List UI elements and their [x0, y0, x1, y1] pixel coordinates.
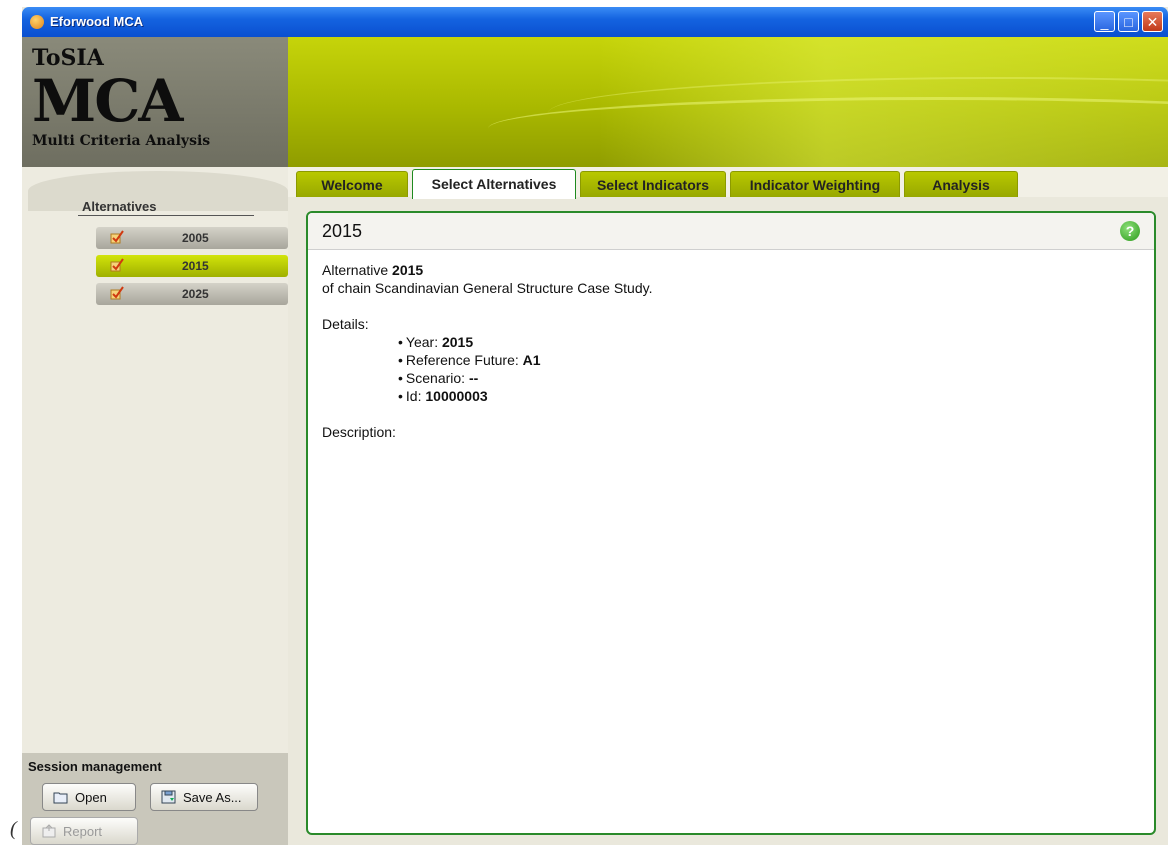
session-panel: Session management Open Save As... Repor… [22, 753, 288, 845]
tab-select-indicators[interactable]: Select Indicators [580, 171, 726, 197]
header-banner [288, 37, 1168, 167]
alternative-label: 2015 [182, 259, 209, 273]
heading-divider [78, 215, 254, 216]
report-icon [42, 824, 56, 838]
alternative-label: 2025 [182, 287, 209, 301]
window-title: Eforwood MCA [50, 14, 144, 29]
minimize-button[interactable]: _ [1094, 11, 1115, 32]
alt-name: 2015 [392, 262, 424, 278]
tab-welcome[interactable]: Welcome [296, 171, 408, 197]
close-button[interactable]: ✕ [1142, 11, 1163, 32]
details-list: Year: 2015 Reference Future: A1 Scenario… [322, 333, 652, 405]
detail-scenario: Scenario: -- [398, 369, 652, 387]
brand-subtitle: Multi Criteria Analysis [32, 133, 211, 149]
tab-select-alternatives[interactable]: Select Alternatives [412, 169, 576, 199]
brand-mca: MCA [32, 67, 183, 135]
edge-glyph: ( [10, 818, 17, 840]
alternative-description: Alternative 2015 of chain Scandinavian G… [322, 261, 652, 441]
maximize-button[interactable]: □ [1118, 11, 1139, 32]
report-button[interactable]: Report [30, 817, 138, 845]
detail-year: Year: 2015 [398, 333, 652, 351]
alternative-details-panel: 2015 ? Alternative 2015 of chain Scandin… [306, 211, 1156, 835]
alt-prefix: Alternative [322, 262, 393, 278]
alternative-item-2025[interactable]: 2025 [96, 283, 288, 305]
tab-analysis[interactable]: Analysis [904, 171, 1018, 197]
brand-logo: ToSIA MCA Multi Criteria Analysis [22, 37, 288, 167]
session-title: Session management [28, 759, 162, 774]
panel-arch [28, 171, 288, 211]
checkbox-icon[interactable] [110, 230, 124, 244]
save-icon [161, 790, 176, 804]
detail-id: Id: 10000003 [398, 387, 652, 405]
checkbox-icon[interactable] [110, 258, 124, 272]
checkbox-icon[interactable] [110, 286, 124, 300]
details-label: Details: [322, 316, 369, 332]
app-window: Eforwood MCA _ □ ✕ ToSIA MCA Multi Crite… [22, 7, 1168, 845]
description-label: Description: [322, 424, 396, 440]
app-icon [30, 15, 44, 29]
title-bar[interactable]: Eforwood MCA _ □ ✕ [22, 7, 1168, 37]
alternative-label: 2005 [182, 231, 209, 245]
alternative-item-2015[interactable]: 2015 [96, 255, 288, 277]
open-button[interactable]: Open [42, 783, 136, 811]
panel-title: 2015 [322, 221, 363, 241]
sidebar: ToSIA MCA Multi Criteria Analysis Altern… [22, 37, 288, 845]
alternative-item-2005[interactable]: 2005 [96, 227, 288, 249]
alternatives-heading: Alternatives [82, 199, 157, 214]
tab-indicator-weighting[interactable]: Indicator Weighting [730, 171, 900, 197]
chain-line: of chain Scandinavian General Structure … [322, 280, 653, 296]
tab-bar: Welcome Select Alternatives Select Indic… [288, 167, 1168, 199]
panel-header: 2015 ? [308, 213, 1154, 250]
help-icon[interactable]: ? [1120, 221, 1140, 241]
save-as-button[interactable]: Save As... [150, 783, 258, 811]
detail-reference-future: Reference Future: A1 [398, 351, 652, 369]
folder-icon [53, 792, 68, 804]
